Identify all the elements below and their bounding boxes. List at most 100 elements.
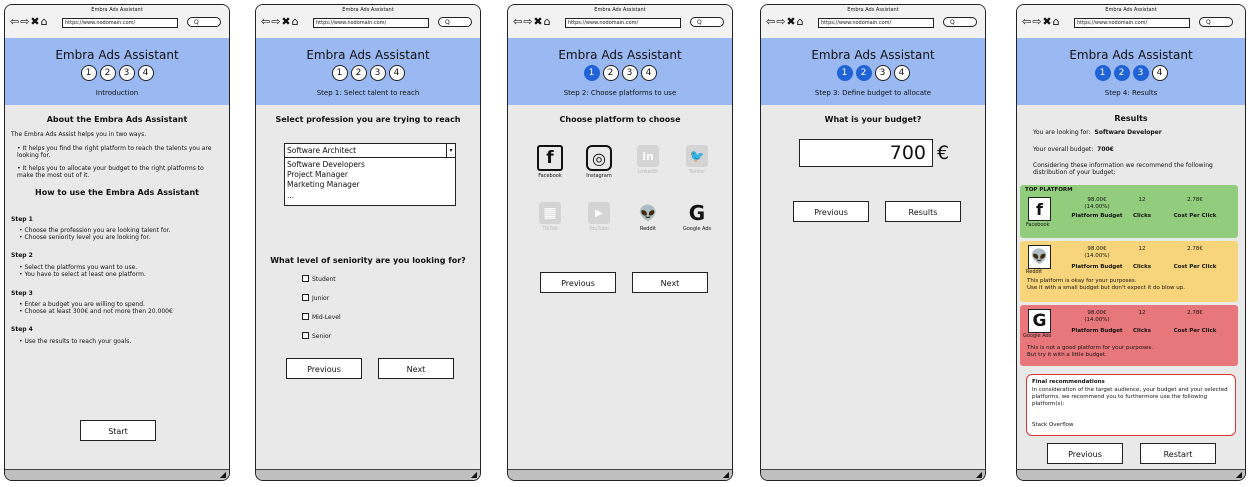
step-indicator: 1 2 3 4 xyxy=(1017,65,1245,81)
step-title: Step 3 xyxy=(11,290,33,297)
card-cpc: 2.78€ xyxy=(1187,310,1203,316)
dropdown-option[interactable]: Project Manager xyxy=(287,170,348,179)
profession-select[interactable]: Software Architect ▾ xyxy=(284,143,456,158)
nav-buttons[interactable]: ⇦⇨✖⌂ xyxy=(513,16,552,28)
card-platform-name: Facebook xyxy=(1026,222,1050,228)
seniority-mid-level[interactable]: Mid-Level xyxy=(302,313,341,321)
platform-facebook[interactable]: f Facebook xyxy=(530,145,570,179)
card-platform-name: Reddit xyxy=(1026,269,1043,275)
dropdown-option[interactable]: ... xyxy=(287,191,294,200)
checkbox[interactable] xyxy=(302,332,309,339)
resize-handle-icon[interactable]: ◢ xyxy=(220,470,226,480)
next-button[interactable]: Next xyxy=(632,272,708,293)
previous-button[interactable]: Previous xyxy=(793,201,869,222)
browser-chrome: Embra Ads Assistant ⇦⇨✖⌂ https://www.nod… xyxy=(5,5,229,39)
facebook-icon: f xyxy=(537,145,563,171)
recommend-text: Considering these information we recomme… xyxy=(1033,162,1213,176)
platform-instagram[interactable]: ◎ Instagram xyxy=(579,145,619,179)
start-button[interactable]: Start xyxy=(80,420,156,441)
checkbox[interactable] xyxy=(302,275,309,282)
previous-button[interactable]: Previous xyxy=(286,358,362,379)
step-1: 1 xyxy=(331,65,348,81)
nav-buttons[interactable]: ⇦⇨✖⌂ xyxy=(261,16,300,28)
step-indicator: 1 2 3 4 xyxy=(761,65,985,81)
final-recommendations: Final recommendations In consideration o… xyxy=(1026,374,1236,436)
search-icon[interactable]: Q xyxy=(438,17,472,27)
url-bar[interactable]: https://www.nodomain.com/ xyxy=(818,18,934,28)
previous-button[interactable]: Previous xyxy=(1047,443,1123,464)
browser-chrome: Embra Ads Assistant ⇦⇨✖⌂ https://www.nod… xyxy=(508,5,732,39)
resize-handle-icon[interactable]: ◢ xyxy=(976,470,982,480)
restart-button[interactable]: Restart xyxy=(1140,443,1216,464)
nav-buttons[interactable]: ⇦⇨✖⌂ xyxy=(766,16,805,28)
url-bar[interactable]: https://www.nodomain.com/ xyxy=(62,18,178,28)
url-bar[interactable]: https://www.nodomain.com/ xyxy=(1074,18,1190,28)
dropdown-option[interactable]: Marketing Manager xyxy=(287,180,360,189)
checkbox[interactable] xyxy=(302,313,309,320)
search-icon[interactable]: Q xyxy=(1199,17,1233,27)
step-2: 2 xyxy=(350,65,367,81)
browser-chrome: Embra Ads Assistant ⇦⇨✖⌂ https://www.nod… xyxy=(256,5,480,39)
budget-input[interactable]: 700 xyxy=(799,139,933,167)
search-icon[interactable]: Q xyxy=(690,17,724,27)
step-title: Step 4 xyxy=(11,326,33,333)
platform-google-ads[interactable]: G Google Ads xyxy=(677,201,717,232)
card-note: This platform is okay for your purposes. xyxy=(1027,278,1137,284)
card-budget-label: Platform Budget xyxy=(1071,213,1123,219)
url-bar[interactable]: https://www.nodomain.com/ xyxy=(313,18,429,28)
dropdown-option[interactable]: Software Developers xyxy=(287,160,365,169)
looking-for-value: Software Developer xyxy=(1094,129,1162,136)
platform-reddit[interactable]: 👽 Reddit xyxy=(628,202,668,232)
budget-heading: What is your budget? xyxy=(824,115,922,124)
app-header: Embra Ads Assistant 1 2 3 4 Introduction xyxy=(5,38,229,105)
resize-handle-icon[interactable]: ◢ xyxy=(471,470,477,480)
resize-handle-icon[interactable]: ◢ xyxy=(723,470,729,480)
step-line: • Choose seniority level you are looking… xyxy=(19,234,151,241)
platform-tiktok[interactable]: ▦ TikTok xyxy=(530,202,570,232)
browser-chrome: Embra Ads Assistant ⇦⇨✖⌂ https://www.nod… xyxy=(1017,5,1245,39)
card-note: Use it with a small budget but don't exp… xyxy=(1027,285,1186,291)
browser-chrome: Embra Ads Assistant ⇦⇨✖⌂ https://www.nod… xyxy=(761,5,985,39)
next-button[interactable]: Next xyxy=(378,358,454,379)
app-title: Embra Ads Assistant xyxy=(1069,48,1193,62)
previous-button[interactable]: Previous xyxy=(540,272,616,293)
screen-choose-platforms: Embra Ads Assistant ⇦⇨✖⌂ https://www.nod… xyxy=(507,4,733,481)
resize-handle-icon[interactable]: ◢ xyxy=(1236,470,1242,480)
results-button[interactable]: Results xyxy=(885,201,961,222)
currency-symbol: € xyxy=(937,142,950,164)
howto-heading: How to use the Embra Ads Assistant xyxy=(35,188,199,197)
screen-select-talent: Embra Ads Assistant ⇦⇨✖⌂ https://www.nod… xyxy=(255,4,481,481)
step-1: 1 xyxy=(1094,65,1111,81)
card-clicks: 12 xyxy=(1138,197,1146,203)
platform-youtube[interactable]: ▶ YouTube xyxy=(579,202,619,232)
profession-heading: Select profession you are trying to reac… xyxy=(275,115,461,124)
card-percent: (14.00%) xyxy=(1084,317,1110,323)
step-title: Step 2 xyxy=(11,252,33,259)
chevron-down-icon[interactable]: ▾ xyxy=(446,144,455,157)
checkbox[interactable] xyxy=(302,294,309,301)
search-icon[interactable]: Q xyxy=(943,17,977,27)
seniority-junior[interactable]: Junior xyxy=(302,294,329,302)
app-title: Embra Ads Assistant xyxy=(55,48,179,62)
window-title: Embra Ads Assistant xyxy=(594,7,646,13)
platform-twitter[interactable]: 🐦 Twitter xyxy=(677,145,717,175)
step-title: Step 1 xyxy=(11,216,33,223)
card-budget: 98.00€ xyxy=(1087,246,1107,252)
window-title: Embra Ads Assistant xyxy=(342,7,394,13)
search-icon[interactable]: Q xyxy=(187,17,221,27)
nav-buttons[interactable]: ⇦⇨✖⌂ xyxy=(1022,16,1061,28)
url-bar[interactable]: https://www.nodomain.com/ xyxy=(565,18,681,28)
status-bar: ◢ xyxy=(1017,469,1245,480)
step-1: 1 xyxy=(836,65,853,81)
google-ads-icon: G xyxy=(688,201,706,225)
card-note: But try it with a little budget. xyxy=(1027,352,1107,358)
final-text: In consideration of the target audience,… xyxy=(1032,387,1228,407)
platform-linkedin[interactable]: in LinkedIn xyxy=(628,145,668,175)
card-clicks-label: Clicks xyxy=(1133,264,1151,270)
step-indicator: 1 2 3 4 xyxy=(5,65,229,81)
window-title: Embra Ads Assistant xyxy=(1105,7,1157,13)
seniority-student[interactable]: Student xyxy=(302,275,336,283)
seniority-senior[interactable]: Senior xyxy=(302,332,331,340)
app-header: Embra Ads Assistant 1 2 3 4 Step 3: Defi… xyxy=(761,38,985,105)
nav-buttons[interactable]: ⇦⇨✖⌂ xyxy=(10,16,49,28)
